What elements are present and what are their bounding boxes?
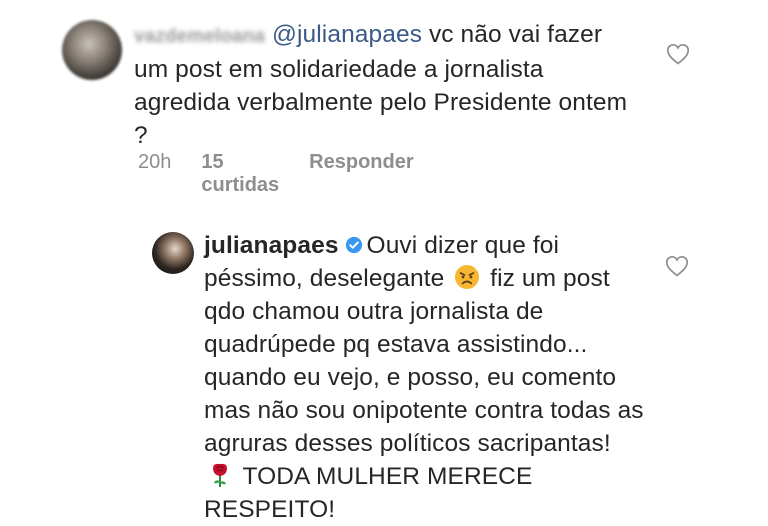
- likes-count[interactable]: 15 curtidas: [201, 151, 279, 197]
- comment-text: julianapaes Ouvi dizer que foi péssimo, d…: [204, 229, 644, 526]
- comment-meta: 20h 15 curtidas Responder: [138, 151, 414, 197]
- rose-emoji: [213, 463, 227, 487]
- comment-username[interactable]: vazdemeloana: [134, 26, 265, 47]
- comment-text: vazdemeloana @julianapaes vc não vai faz…: [134, 18, 634, 152]
- angry-face-emoji: [455, 265, 480, 289]
- reply-button[interactable]: Responder: [309, 151, 413, 197]
- comment-body-part3: TODA MULHER MERECE RESPEITO!: [204, 463, 533, 523]
- verified-badge-icon: [345, 236, 362, 254]
- avatar[interactable]: [152, 232, 194, 274]
- avatar[interactable]: [62, 20, 122, 80]
- heart-icon[interactable]: [665, 255, 689, 277]
- comment-body-part2: fiz um post qdo chamou outra jornalista …: [204, 265, 644, 457]
- comment-username[interactable]: julianapaes: [204, 232, 339, 259]
- mention-link[interactable]: @julianapaes: [272, 21, 422, 48]
- heart-icon[interactable]: [666, 43, 690, 65]
- comment-time: 20h: [138, 151, 172, 173]
